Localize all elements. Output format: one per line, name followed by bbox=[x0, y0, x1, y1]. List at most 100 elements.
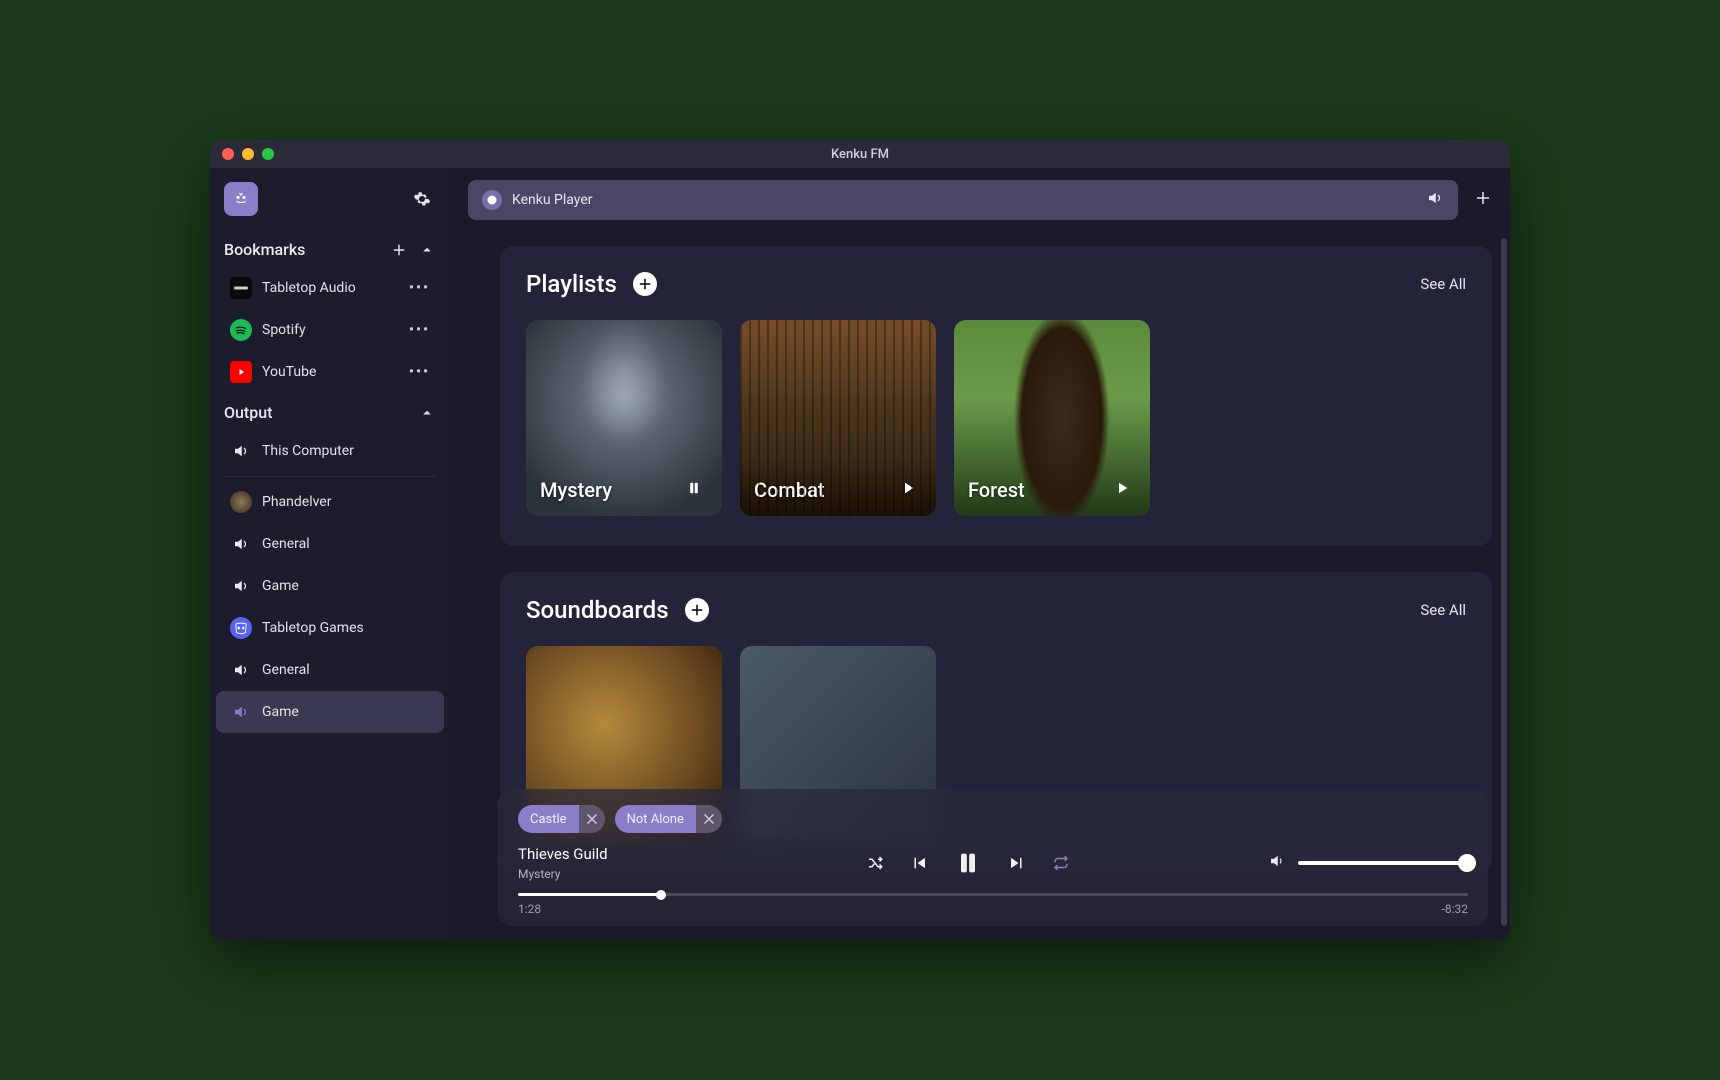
playlists-see-all[interactable]: See All bbox=[1420, 275, 1466, 293]
output-item-tabletop-games[interactable]: Tabletop Games bbox=[216, 607, 444, 649]
youtube-icon bbox=[230, 361, 252, 383]
output-list: This Computer Phandelver General bbox=[210, 430, 450, 733]
output-label: Game bbox=[262, 704, 299, 720]
playlist-label: Forest bbox=[968, 478, 1108, 502]
add-bookmark-button[interactable] bbox=[390, 241, 408, 259]
output-item-this-computer[interactable]: This Computer bbox=[216, 430, 444, 472]
output-label: Game bbox=[262, 578, 299, 594]
output-title: Output bbox=[224, 403, 272, 422]
bookmark-more-button[interactable]: ••• bbox=[409, 280, 430, 296]
collapse-output-button[interactable] bbox=[418, 404, 436, 422]
sidebar: Bookmarks Tabletop Audio ••• bbox=[210, 168, 450, 940]
next-button[interactable] bbox=[1008, 854, 1026, 872]
discord-icon bbox=[230, 617, 252, 639]
output-label: This Computer bbox=[262, 443, 354, 459]
progress-fill bbox=[518, 893, 661, 896]
chip-label: Castle bbox=[518, 805, 579, 833]
track-playlist: Mystery bbox=[518, 867, 698, 881]
volume-icon[interactable] bbox=[1426, 189, 1444, 211]
player-icon bbox=[482, 190, 502, 210]
bookmark-more-button[interactable]: ••• bbox=[409, 322, 430, 338]
output-label: Tabletop Games bbox=[262, 620, 364, 636]
sidebar-item-youtube[interactable]: YouTube ••• bbox=[216, 351, 444, 393]
divider bbox=[224, 476, 436, 477]
bookmark-label: Spotify bbox=[262, 322, 306, 338]
sound-chip-castle[interactable]: Castle bbox=[518, 805, 605, 833]
minimize-window[interactable] bbox=[242, 148, 254, 160]
playlist-card-mystery[interactable]: Mystery bbox=[526, 320, 722, 516]
time-elapsed: 1:28 bbox=[518, 902, 541, 916]
playlist-card-combat[interactable]: Combat bbox=[740, 320, 936, 516]
titlebar: Kenku FM bbox=[210, 140, 1510, 168]
sidebar-item-tabletop-audio[interactable]: Tabletop Audio ••• bbox=[216, 267, 444, 309]
window-controls bbox=[222, 148, 274, 160]
close-window[interactable] bbox=[222, 148, 234, 160]
tabletop-audio-icon bbox=[230, 277, 252, 299]
active-sound-chips: Castle Not Alone bbox=[518, 805, 1468, 833]
time-labels: 1:28 -8:32 bbox=[518, 902, 1468, 916]
playlist-card-forest[interactable]: Forest bbox=[954, 320, 1150, 516]
app-logo[interactable] bbox=[224, 182, 258, 216]
output-label: General bbox=[262, 536, 310, 552]
window-title: Kenku FM bbox=[831, 147, 889, 162]
output-label: Phandelver bbox=[262, 494, 331, 510]
soundboards-see-all[interactable]: See All bbox=[1420, 601, 1466, 619]
output-header: Output bbox=[210, 393, 450, 430]
output-item-game-2[interactable]: Game bbox=[216, 691, 444, 733]
now-playing-bar: Castle Not Alone Thieves Guild bbox=[498, 789, 1488, 926]
bookmark-label: Tabletop Audio bbox=[262, 280, 356, 296]
playlist-cards: Mystery Combat Forest bbox=[526, 320, 1466, 516]
chip-label: Not Alone bbox=[615, 805, 696, 833]
repeat-button[interactable] bbox=[1052, 854, 1070, 872]
volume-icon[interactable] bbox=[1268, 852, 1286, 874]
bookmarks-header: Bookmarks bbox=[210, 230, 450, 267]
add-playlist-button[interactable] bbox=[633, 272, 657, 296]
bookmark-label: YouTube bbox=[262, 364, 316, 380]
play-icon[interactable] bbox=[1108, 474, 1136, 502]
output-label: General bbox=[262, 662, 310, 678]
maximize-window[interactable] bbox=[262, 148, 274, 160]
playlists-title: Playlists bbox=[526, 270, 617, 298]
playback-controls bbox=[716, 849, 1220, 877]
track-title: Thieves Guild bbox=[518, 845, 698, 863]
speaker-icon bbox=[230, 533, 252, 555]
sound-chip-not-alone[interactable]: Not Alone bbox=[615, 805, 722, 833]
output-item-general-1[interactable]: General bbox=[216, 523, 444, 565]
player-label: Kenku Player bbox=[512, 192, 593, 208]
player-tab[interactable]: Kenku Player bbox=[468, 180, 1458, 220]
previous-button[interactable] bbox=[910, 854, 928, 872]
topbar: Kenku Player bbox=[450, 168, 1510, 226]
playlists-panel: Playlists See All Mystery bbox=[500, 246, 1492, 546]
playlist-label: Combat bbox=[754, 478, 894, 502]
now-playing-track: Thieves Guild Mystery bbox=[518, 845, 698, 881]
bookmark-more-button[interactable]: ••• bbox=[409, 364, 430, 380]
shuffle-button[interactable] bbox=[866, 854, 884, 872]
sidebar-item-spotify[interactable]: Spotify ••• bbox=[216, 309, 444, 351]
playlist-label: Mystery bbox=[540, 478, 680, 502]
settings-button[interactable] bbox=[408, 185, 436, 213]
main-content: Kenku Player Playlists bbox=[450, 168, 1510, 940]
collapse-bookmarks-button[interactable] bbox=[418, 241, 436, 259]
add-tab-button[interactable] bbox=[1474, 189, 1492, 211]
pause-icon[interactable] bbox=[680, 474, 708, 502]
output-item-general-2[interactable]: General bbox=[216, 649, 444, 691]
volume-control bbox=[1238, 852, 1468, 874]
volume-thumb[interactable] bbox=[1458, 854, 1476, 872]
volume-slider[interactable] bbox=[1298, 861, 1468, 865]
scrollbar[interactable] bbox=[1501, 238, 1507, 926]
time-remaining: -8:32 bbox=[1442, 902, 1468, 916]
speaker-icon bbox=[230, 659, 252, 681]
output-item-phandelver[interactable]: Phandelver bbox=[216, 481, 444, 523]
app-window: Kenku FM Bookmarks bbox=[210, 140, 1510, 940]
add-soundboard-button[interactable] bbox=[685, 598, 709, 622]
pause-button[interactable] bbox=[954, 849, 982, 877]
chip-close-button[interactable] bbox=[696, 805, 722, 833]
chip-close-button[interactable] bbox=[579, 805, 605, 833]
avatar-icon bbox=[230, 491, 252, 513]
spotify-icon bbox=[230, 319, 252, 341]
output-item-game-1[interactable]: Game bbox=[216, 565, 444, 607]
progress-thumb[interactable] bbox=[656, 890, 666, 900]
progress-bar[interactable] bbox=[518, 893, 1468, 896]
speaker-icon bbox=[230, 701, 252, 723]
play-icon[interactable] bbox=[894, 474, 922, 502]
